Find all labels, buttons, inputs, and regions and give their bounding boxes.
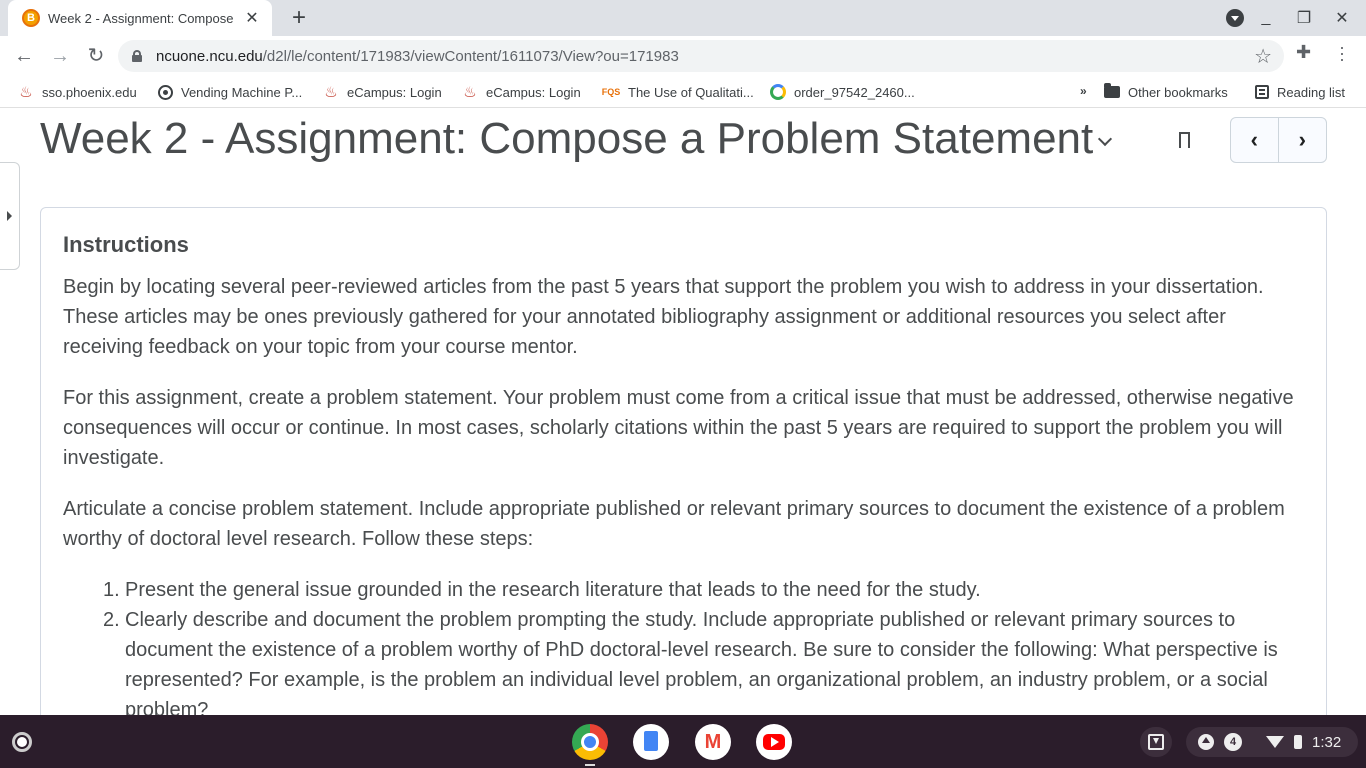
page-title: Week 2 - Assignment: Compose a Problem S… — [40, 114, 1094, 163]
chevron-down-icon[interactable] — [1098, 134, 1112, 148]
back-arrow-icon[interactable]: ← — [10, 42, 38, 70]
brightspace-favicon-icon: B — [22, 9, 40, 27]
reading-list-icon — [1255, 85, 1269, 99]
order-icon — [770, 84, 786, 100]
previous-topic-button[interactable]: ‹ — [1231, 118, 1279, 162]
active-app-indicator — [585, 764, 595, 766]
close-tab-icon[interactable]: ✕ — [242, 8, 262, 28]
other-bookmarks[interactable]: Other bookmarks — [1104, 76, 1228, 108]
ecampus-icon: ♨ — [463, 84, 477, 101]
page-content: Week 2 - Assignment: Compose a Problem S… — [0, 108, 1366, 715]
tab-title: Week 2 - Assignment: Compose — [48, 10, 234, 26]
download-icon — [1148, 734, 1164, 750]
ecampus-icon: ♨ — [324, 84, 338, 101]
restore-button[interactable]: ❐ — [1294, 8, 1314, 28]
phoenix-icon: ♨ — [19, 84, 33, 101]
instruction-paragraph: For this assignment, create a problem st… — [63, 387, 1294, 469]
clock-time: 1:32 — [1312, 733, 1342, 751]
folder-icon — [1104, 83, 1120, 98]
launcher-icon[interactable] — [12, 732, 32, 752]
update-icon — [1198, 734, 1214, 750]
extensions-puzzle-icon[interactable]: ✚ — [1296, 42, 1311, 63]
os-shelf: M 4 1:32 — [0, 715, 1366, 768]
close-window-button[interactable]: ✕ — [1332, 8, 1352, 28]
gmail-icon[interactable]: M — [695, 724, 731, 760]
forward-arrow-icon[interactable]: → — [46, 42, 74, 70]
wifi-icon — [1266, 736, 1284, 748]
bookmark-item[interactable]: ♨ sso.phoenix.edu — [18, 76, 136, 108]
bookmark-star-icon[interactable]: ☆ — [1254, 44, 1272, 69]
bookmark-item[interactable]: order_97542_2460... — [770, 76, 915, 108]
reading-list[interactable]: Reading list — [1255, 76, 1345, 108]
new-tab-button[interactable]: + — [286, 4, 312, 32]
minimize-button[interactable]: _ — [1256, 9, 1276, 27]
window-controls: _ ❐ ✕ — [1256, 8, 1352, 28]
list-item: 2. Clearly describe and document the pro… — [103, 609, 1278, 715]
tab-strip: B Week 2 - Assignment: Compose ✕ + _ ❐ ✕ — [0, 0, 1366, 36]
globe-icon — [158, 84, 173, 100]
bookmark-item[interactable]: ♨ eCampus: Login — [462, 76, 580, 108]
next-topic-button[interactable]: › — [1279, 118, 1327, 162]
browser-toolbar: ← → ↻ ncuone.ncu.edu/d2l/le/content/1719… — [0, 36, 1366, 76]
youtube-icon[interactable] — [756, 724, 792, 760]
topic-pager: ‹ › — [1230, 117, 1327, 163]
chrome-icon[interactable] — [572, 724, 608, 760]
browser-tab[interactable]: B Week 2 - Assignment: Compose ✕ — [8, 0, 272, 36]
instructions-heading: Instructions — [63, 232, 189, 257]
docs-icon[interactable] — [633, 724, 669, 760]
instruction-paragraph: Begin by locating several peer-reviewed … — [63, 276, 1264, 358]
assignment-content: Instructions Begin by locating several p… — [40, 207, 1327, 715]
bookmark-item[interactable]: ♨ eCampus: Login — [323, 76, 441, 108]
profile-dropdown-icon[interactable] — [1226, 9, 1244, 27]
list-item: 1. Present the general issue grounded in… — [103, 579, 981, 601]
reload-icon[interactable]: ↻ — [82, 42, 110, 70]
more-bookmarks-chevron-icon[interactable]: » — [1080, 84, 1087, 98]
instruction-paragraph: Articulate a concise problem statement. … — [63, 498, 1285, 550]
bookmark-item[interactable]: Vending Machine P... — [158, 76, 302, 108]
lock-icon — [132, 50, 142, 62]
bookmarks-bar: ♨ sso.phoenix.edu Vending Machine P... ♨… — [0, 76, 1366, 108]
steps-list: 1. Present the general issue grounded in… — [63, 575, 1304, 715]
bookmark-item[interactable]: FQS The Use of Qualitati... — [600, 76, 754, 108]
address-bar[interactable]: ncuone.ncu.edu/d2l/le/content/171983/vie… — [118, 40, 1284, 72]
url-text: ncuone.ncu.edu/d2l/le/content/171983/vie… — [156, 47, 679, 65]
status-tray[interactable]: 4 1:32 — [1186, 727, 1358, 757]
downloads-tray-button[interactable] — [1140, 727, 1172, 757]
menu-kebab-icon[interactable]: · · · — [1334, 38, 1350, 68]
fqs-icon: FQS — [601, 87, 621, 97]
bookmark-icon[interactable] — [1179, 132, 1190, 153]
expand-side-panel-toggle[interactable] — [0, 162, 20, 270]
notification-count-badge: 4 — [1224, 733, 1242, 751]
battery-icon — [1294, 735, 1302, 749]
